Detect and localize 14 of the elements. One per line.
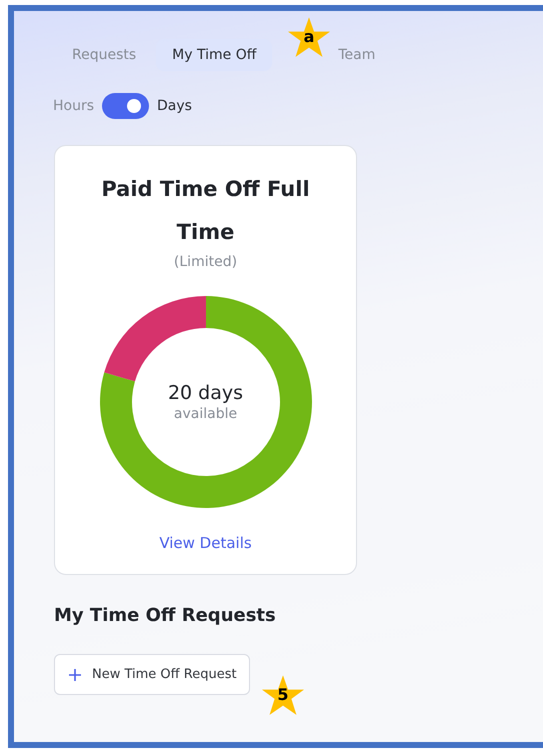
new-request-button[interactable]: New Time Off Request bbox=[54, 654, 250, 695]
plus-icon bbox=[68, 668, 82, 682]
days-available: 20 days bbox=[168, 382, 244, 404]
callout-star: 5 bbox=[262, 675, 304, 716]
available-caption: available bbox=[174, 406, 238, 422]
toggle-label: Days bbox=[157, 98, 192, 114]
unit-switch[interactable] bbox=[102, 93, 150, 119]
toggle-label: Hours bbox=[53, 98, 94, 114]
card-subtitle: (Limited) bbox=[174, 254, 238, 270]
callout-star: a bbox=[288, 17, 330, 58]
view-details-link[interactable]: View Details bbox=[159, 534, 252, 552]
section-heading: My Time Off Requests bbox=[54, 605, 277, 626]
tab[interactable]: Requests bbox=[56, 39, 152, 71]
card-title: Paid Time Off Full Time bbox=[100, 176, 311, 246]
